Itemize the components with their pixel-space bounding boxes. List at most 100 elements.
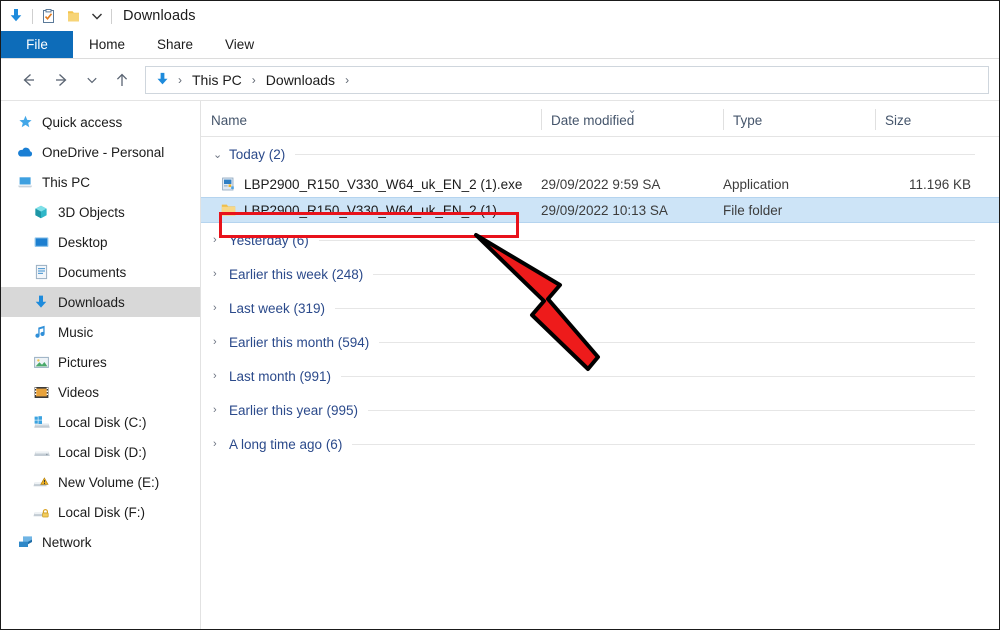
group-header-yesterday[interactable]: › Yesterday (6)	[201, 223, 999, 257]
column-label: Size	[885, 113, 912, 128]
column-headers: Name ⌄ Date modified Type Size	[201, 101, 999, 137]
recent-locations-chevron-icon[interactable]	[79, 65, 105, 95]
sidebar-item-local-disk-d[interactable]: Local Disk (D:)	[1, 437, 200, 467]
sidebar-label: Music	[58, 324, 94, 340]
tab-view[interactable]: View	[209, 31, 270, 58]
chevron-right-icon[interactable]: ›	[213, 234, 229, 246]
ribbon-tabs: File Home Share View	[1, 31, 999, 59]
file-type-cell: File folder	[723, 202, 783, 218]
application-exe-icon	[219, 175, 237, 193]
customize-toolbar-chevron-icon[interactable]	[90, 9, 104, 23]
breadcrumb-downloads[interactable]: Downloads	[263, 72, 338, 88]
chevron-right-icon[interactable]: ›	[213, 336, 229, 348]
group-header-a-long-time-ago[interactable]: › A long time ago (6)	[201, 427, 999, 461]
drive-icon	[31, 443, 51, 461]
group-header-last-month[interactable]: › Last month (991)	[201, 359, 999, 393]
group-divider	[318, 239, 975, 241]
sidebar-label: Desktop	[58, 234, 108, 250]
table-row[interactable]: LBP2900_R150_V330_W64_uk_EN_2 (1).exe 29…	[201, 171, 999, 197]
sidebar-item-this-pc[interactable]: This PC	[1, 167, 200, 197]
up-arrow-icon[interactable]	[105, 65, 139, 95]
windows-drive-icon	[31, 413, 51, 431]
file-name-cell[interactable]: LBP2900_R150_V330_W64_uk_EN_2 (1).exe	[201, 175, 541, 193]
breadcrumb[interactable]: › This PC › Downloads ›	[145, 65, 989, 94]
sidebar-label: This PC	[42, 174, 91, 190]
sidebar-item-3d-objects[interactable]: 3D Objects	[1, 197, 200, 227]
group-header-earlier-this-month[interactable]: › Earlier this month (594)	[201, 325, 999, 359]
group-divider	[379, 341, 975, 343]
sidebar-item-quick-access[interactable]: Quick access	[1, 107, 200, 137]
sidebar-label: Videos	[58, 384, 100, 400]
sidebar-label: 3D Objects	[58, 204, 125, 220]
forward-arrow-icon[interactable]	[45, 65, 79, 95]
chevron-right-icon[interactable]: ›	[213, 404, 229, 416]
sidebar-item-desktop[interactable]: Desktop	[1, 227, 200, 257]
sidebar-label: Network	[42, 534, 92, 550]
group-label: Yesterday (6)	[229, 232, 309, 248]
sidebar-label: Documents	[58, 264, 127, 280]
explorer-body: Quick access OneDrive - Personal This PC…	[1, 101, 999, 629]
toolbar-divider	[32, 8, 33, 24]
path-downloads-arrow-icon	[154, 71, 171, 88]
column-header-size[interactable]: Size	[875, 101, 985, 136]
group-header-today[interactable]: ⌄ Today (2)	[201, 137, 999, 171]
group-label: Last month (991)	[229, 368, 332, 384]
sidebar-item-music[interactable]: Music	[1, 317, 200, 347]
breadcrumb-separator-2[interactable]: ›	[338, 73, 356, 87]
cube-icon	[31, 203, 51, 221]
group-divider	[352, 443, 975, 445]
table-row[interactable]: LBP2900_R150_V330_W64_uk_EN_2 (1) 29/09/…	[201, 197, 999, 223]
sidebar-label: Local Disk (F:)	[58, 504, 146, 520]
sidebar-item-network[interactable]: Network	[1, 527, 200, 557]
chevron-right-icon[interactable]: ›	[213, 268, 229, 280]
group-divider	[373, 273, 975, 275]
chevron-right-icon[interactable]: ›	[213, 302, 229, 314]
back-arrow-icon[interactable]	[11, 65, 45, 95]
chevron-right-icon[interactable]: ›	[213, 438, 229, 450]
window-title: Downloads	[123, 8, 196, 24]
chevron-down-icon[interactable]: ⌄	[213, 148, 229, 161]
cloud-icon	[15, 143, 35, 161]
group-label: Last week (319)	[229, 300, 326, 316]
file-date-cell: 29/09/2022 10:13 SA	[541, 202, 668, 218]
group-divider	[341, 375, 975, 377]
downloads-arrow-icon	[7, 7, 25, 25]
file-size-cell: 11.196 KB	[908, 176, 971, 192]
group-header-last-week[interactable]: › Last week (319)	[201, 291, 999, 325]
file-name: LBP2900_R150_V330_W64_uk_EN_2 (1).exe	[244, 176, 523, 192]
file-name-cell[interactable]: LBP2900_R150_V330_W64_uk_EN_2 (1)	[201, 201, 541, 219]
sidebar-item-onedrive[interactable]: OneDrive - Personal	[1, 137, 200, 167]
sidebar-item-local-disk-f[interactable]: Local Disk (F:)	[1, 497, 200, 527]
sidebar-item-downloads[interactable]: Downloads	[1, 287, 200, 317]
title-bar: Downloads	[1, 1, 999, 31]
column-header-type[interactable]: Type	[723, 101, 875, 136]
downloads-arrow-icon	[31, 293, 51, 311]
tab-file[interactable]: File	[1, 31, 73, 58]
tab-home[interactable]: Home	[73, 31, 141, 58]
tab-share[interactable]: Share	[141, 31, 209, 58]
group-header-earlier-this-week[interactable]: › Earlier this week (248)	[201, 257, 999, 291]
sidebar-label: Quick access	[42, 114, 123, 130]
breadcrumb-this-pc[interactable]: This PC	[189, 72, 245, 88]
group-header-earlier-this-year[interactable]: › Earlier this year (995)	[201, 393, 999, 427]
new-folder-icon[interactable]	[65, 8, 82, 25]
column-header-name[interactable]: Name	[201, 101, 541, 136]
properties-icon[interactable]	[40, 8, 57, 25]
group-divider	[368, 409, 975, 411]
sidebar-item-pictures[interactable]: Pictures	[1, 347, 200, 377]
sidebar-item-videos[interactable]: Videos	[1, 377, 200, 407]
group-label: Today (2)	[229, 146, 286, 162]
sidebar-item-documents[interactable]: Documents	[1, 257, 200, 287]
breadcrumb-separator-1[interactable]: ›	[245, 73, 263, 87]
file-name: LBP2900_R150_V330_W64_uk_EN_2 (1)	[244, 202, 497, 218]
sidebar-item-new-volume-e[interactable]: New Volume (E:)	[1, 467, 200, 497]
chevron-right-icon[interactable]: ›	[213, 370, 229, 382]
pictures-icon	[31, 353, 51, 371]
group-label: Earlier this year (995)	[229, 402, 359, 418]
file-explorer-window: Downloads File Home Share View › This PC…	[0, 0, 1000, 630]
column-header-date-modified[interactable]: ⌄ Date modified	[541, 101, 723, 136]
sidebar-item-local-disk-c[interactable]: Local Disk (C:)	[1, 407, 200, 437]
file-type-cell: Application	[723, 176, 790, 192]
group-label: Earlier this month (594)	[229, 334, 370, 350]
star-icon	[15, 113, 35, 131]
